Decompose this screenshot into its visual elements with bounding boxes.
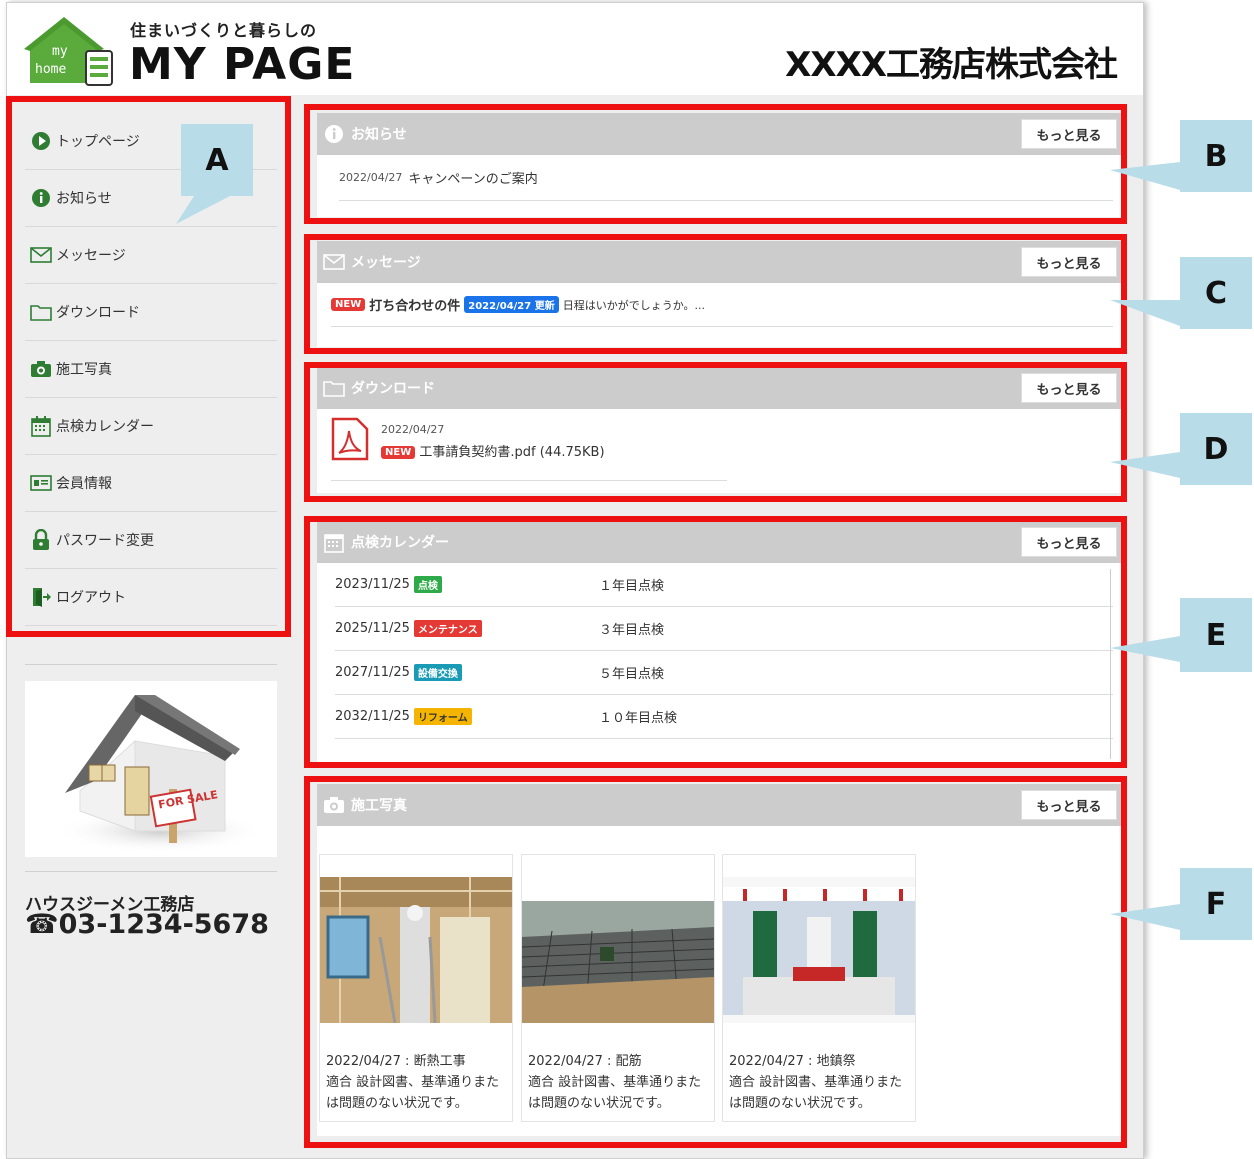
callout-f: F — [1180, 868, 1252, 940]
callout-b: B — [1180, 120, 1252, 192]
callout-a: A — [181, 124, 253, 196]
callout-e: E — [1180, 598, 1252, 672]
callout-d: D — [1180, 413, 1252, 485]
callout-c: C — [1180, 257, 1252, 329]
